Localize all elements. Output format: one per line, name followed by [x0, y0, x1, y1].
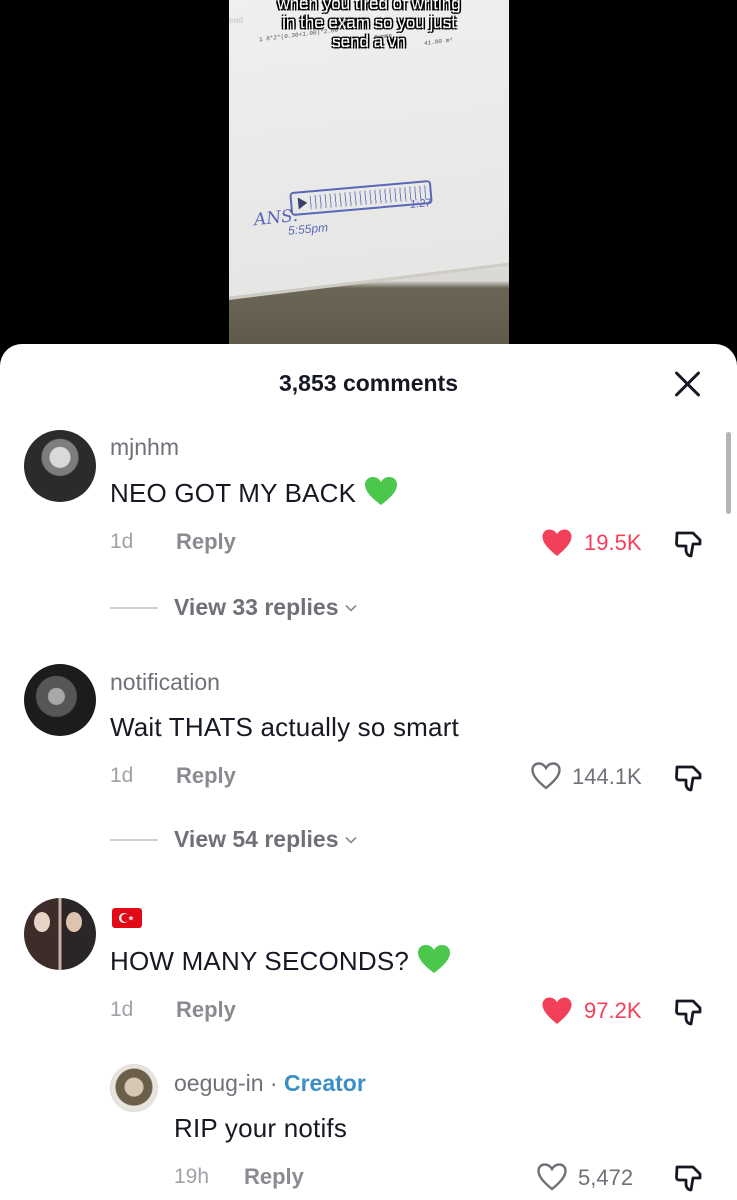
view-replies-label: View 54 replies: [174, 826, 339, 852]
like-count: 5,472: [578, 1165, 634, 1190]
comment-time: 1d: [110, 998, 134, 1021]
ans-duration: 1:27: [409, 197, 432, 211]
caption-line: send a vn: [332, 32, 406, 51]
avatar[interactable]: [24, 664, 96, 736]
dislike-icon[interactable]: [673, 1162, 705, 1194]
caption-line: in the exam so you just: [282, 13, 456, 32]
close-icon[interactable]: [673, 370, 701, 398]
heart-filled-icon[interactable]: [541, 528, 573, 558]
divider-line: [110, 838, 158, 841]
creator-badge: Creator: [283, 1070, 366, 1096]
comment-username[interactable]: mjnhm: [110, 434, 179, 461]
video-caption: when you tired of writing in the exam so…: [229, 0, 509, 51]
view-replies-button[interactable]: View 54 replies: [110, 826, 357, 853]
avatar[interactable]: [110, 1064, 158, 1112]
avatar[interactable]: [24, 430, 96, 502]
video-player[interactable]: 1 8*2*(0.30+1.00)*2.00 Summe 41.80 m² en…: [0, 0, 737, 360]
reply-username-line: oegug-in · Creator: [174, 1070, 366, 1097]
turkey-flag-icon: [112, 908, 142, 928]
play-icon: [297, 196, 308, 210]
comment-time: 1d: [110, 530, 134, 553]
reply-button[interactable]: Reply: [244, 1164, 304, 1190]
heart-filled-icon[interactable]: [541, 996, 573, 1026]
chevron-down-icon: [344, 836, 357, 844]
video-frame: 1 8*2*(0.30+1.00)*2.00 Summe 41.80 m²: [229, 0, 509, 360]
reply-text: RIP your notifs: [174, 1113, 348, 1143]
chevron-down-icon: [344, 604, 357, 612]
dislike-icon[interactable]: [673, 762, 705, 794]
separator-dot: ·: [269, 1070, 278, 1096]
reply-button[interactable]: Reply: [176, 529, 236, 555]
green-heart-emoji-icon: [365, 477, 398, 505]
caption-line: when you tired of writing: [277, 0, 461, 13]
avatar[interactable]: [24, 898, 96, 970]
comment-time: 1d: [110, 764, 134, 787]
view-replies-label: View 33 replies: [174, 594, 339, 620]
comment-username[interactable]: notification: [110, 669, 220, 696]
comment-text: Wait THATS actually so smart: [110, 712, 459, 742]
reply-item: oegug-in · Creator RIP your notifs 19h R…: [0, 1064, 737, 1200]
comments-header: 3,853 comments: [0, 344, 737, 424]
dislike-icon[interactable]: [673, 528, 705, 560]
like-count: 19.5K: [584, 530, 642, 555]
comments-sheet: 3,853 comments mjnhm NEO GOT MY BACK 1d …: [0, 344, 737, 1200]
comment-text: NEO GOT MY BACK: [110, 476, 398, 509]
like-count: 144.1K: [572, 764, 642, 789]
divider-line: [110, 606, 158, 609]
like-count: 97.2K: [584, 998, 642, 1023]
reply-username[interactable]: oegug-in: [174, 1070, 264, 1096]
comments-count: 3,853 comments: [279, 370, 458, 396]
comment-item: notification Wait THATS actually so smar…: [0, 664, 737, 864]
heart-outline-icon[interactable]: [530, 761, 562, 791]
comment-text-content: NEO GOT MY BACK: [110, 478, 357, 508]
view-replies-button[interactable]: View 33 replies: [110, 594, 357, 621]
reply-button[interactable]: Reply: [176, 997, 236, 1023]
dislike-icon[interactable]: [673, 996, 705, 1028]
comment-item: HOW MANY SECONDS? 1d Reply 97.2K: [0, 898, 737, 1028]
comment-item: mjnhm NEO GOT MY BACK 1d Reply 19.5K Vie…: [0, 430, 737, 630]
green-heart-emoji-icon: [418, 945, 451, 973]
reply-button[interactable]: Reply: [176, 763, 236, 789]
heart-outline-icon[interactable]: [536, 1162, 568, 1192]
comment-text: HOW MANY SECONDS?: [110, 944, 451, 977]
reply-time: 19h: [174, 1165, 210, 1188]
comment-text-content: HOW MANY SECONDS?: [110, 946, 410, 976]
